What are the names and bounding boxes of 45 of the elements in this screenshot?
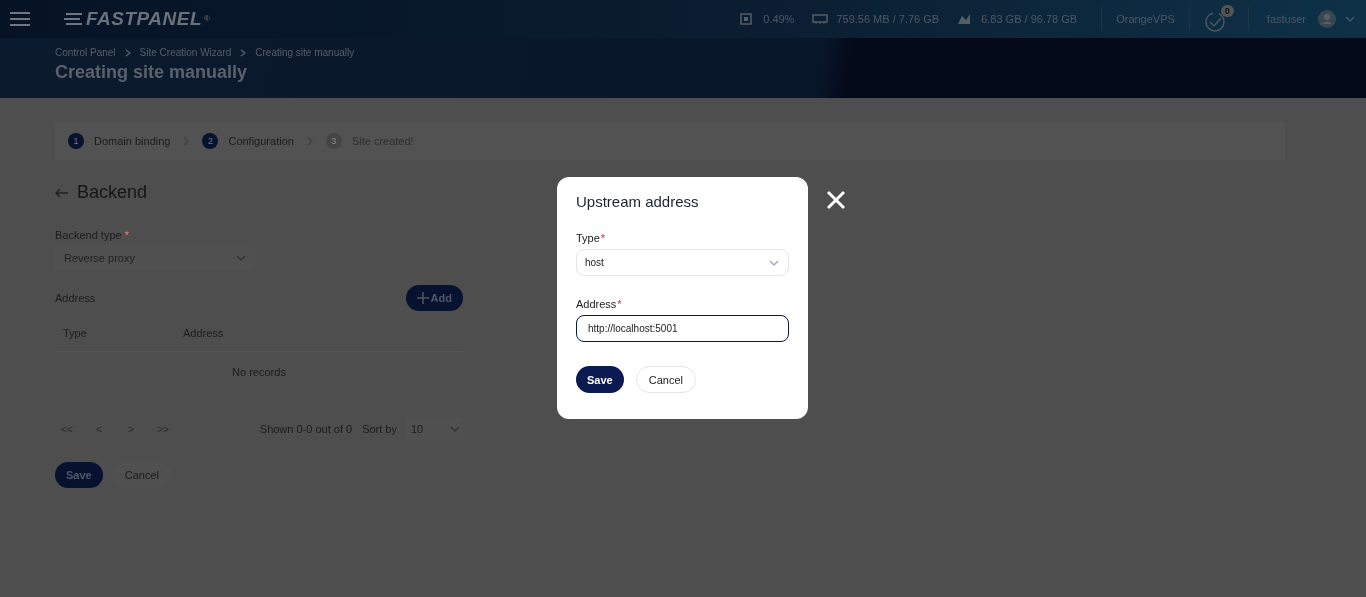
stat-value: 6.83 GB / 96.78 GB bbox=[981, 13, 1078, 25]
menu-button[interactable] bbox=[10, 11, 30, 27]
add-button[interactable]: Add bbox=[405, 285, 463, 311]
logo-icon bbox=[64, 12, 84, 26]
back-arrow-icon bbox=[55, 187, 69, 198]
step-number: 1 bbox=[68, 133, 84, 149]
plus-icon bbox=[416, 292, 429, 304]
section-title: Backend bbox=[77, 182, 148, 203]
type-select[interactable]: host bbox=[576, 249, 789, 276]
chevron-down-icon bbox=[768, 257, 780, 268]
breadcrumb-link[interactable]: Site Creation Wizard bbox=[139, 47, 232, 58]
save-button[interactable]: Save bbox=[55, 462, 103, 488]
server-name[interactable]: OrangeVPS bbox=[1116, 13, 1175, 25]
caret-icon bbox=[1344, 14, 1356, 24]
required-mark: * bbox=[124, 229, 129, 241]
close-icon bbox=[826, 190, 846, 210]
avatar-icon bbox=[1318, 10, 1336, 28]
cancel-button[interactable]: Cancel bbox=[635, 366, 696, 393]
check-circle-icon bbox=[1203, 11, 1226, 33]
stat-value: 0.49% bbox=[763, 13, 795, 25]
logo-text: FASTPANEL bbox=[86, 8, 203, 30]
address-input[interactable]: http://localhost:5001 bbox=[576, 315, 789, 342]
notifications-button[interactable]: 0 bbox=[1203, 5, 1234, 33]
field-label: Address bbox=[576, 298, 617, 310]
close-button[interactable] bbox=[826, 190, 846, 210]
chevron-down-icon bbox=[449, 424, 461, 434]
field-label: Type bbox=[576, 232, 600, 244]
chevron-down-icon bbox=[235, 253, 247, 263]
notification-badge: 0 bbox=[1220, 5, 1234, 17]
required-mark: * bbox=[600, 232, 606, 244]
menu-icon bbox=[10, 11, 30, 27]
dialog-title: Upstream address bbox=[576, 193, 700, 210]
stat-value: 759.56 MB / 7.76 GB bbox=[836, 13, 940, 25]
user-name[interactable]: fastuser bbox=[1266, 13, 1306, 25]
breadcrumb-link[interactable]: Creating site manually bbox=[255, 47, 355, 58]
chevron-icon bbox=[123, 47, 132, 58]
memory-icon bbox=[812, 12, 829, 26]
registered-mark: ® bbox=[204, 14, 210, 23]
step-number: 2 bbox=[202, 133, 219, 149]
breadcrumb-link[interactable]: Control Panel bbox=[55, 47, 116, 58]
page-title: Creating site manually bbox=[55, 62, 249, 83]
chevron-icon bbox=[239, 47, 248, 58]
required-mark: * bbox=[617, 298, 622, 310]
step-number: 3 bbox=[325, 133, 342, 149]
save-button[interactable]: Save bbox=[576, 366, 624, 393]
